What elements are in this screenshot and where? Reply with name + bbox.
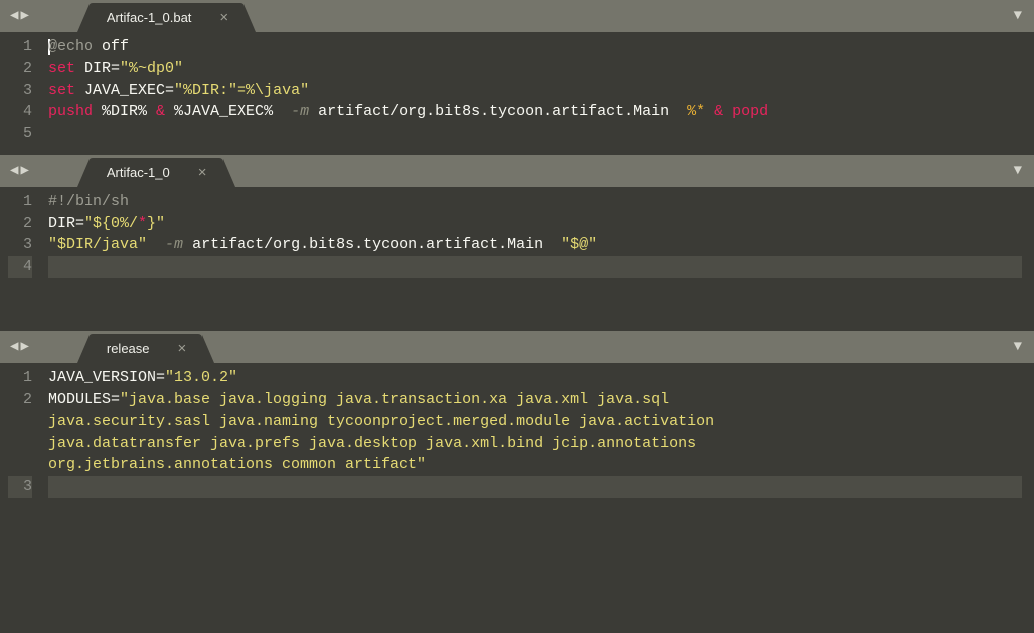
nav-arrows: ◀ ▶ — [0, 9, 39, 23]
tab-bar: ◀ ▶ release × ▼ — [0, 331, 1034, 363]
code-line: set DIR="%~dp0" — [48, 58, 1022, 80]
line-number: 3 — [8, 476, 32, 498]
line-gutter: 1 2 3 4 — [0, 187, 44, 326]
line-gutter: 1 2 3 — [0, 363, 44, 502]
code-editor[interactable]: 1 2 3 JAVA_VERSION="13.0.2" MODULES="jav… — [0, 363, 1034, 508]
code-line: set JAVA_EXEC="%DIR:"=%\java" — [48, 80, 1022, 102]
line-number: 2 — [8, 389, 32, 411]
code-line: java.datatransfer java.prefs java.deskto… — [48, 433, 1022, 455]
close-icon[interactable]: × — [219, 9, 228, 26]
line-number: 2 — [8, 213, 32, 235]
nav-forward-icon[interactable]: ▶ — [20, 9, 28, 23]
nav-forward-icon[interactable]: ▶ — [20, 164, 28, 178]
tab-bar: ◀ ▶ Artifac-1_0 × ▼ — [0, 155, 1034, 187]
tab-title: Artifac-1_0.bat — [107, 10, 192, 25]
code-line: pushd %DIR% & %JAVA_EXEC% -m artifact/or… — [48, 101, 1022, 123]
line-number: 1 — [8, 367, 32, 389]
line-number — [8, 454, 32, 476]
nav-back-icon[interactable]: ◀ — [10, 9, 18, 23]
line-number: 1 — [8, 36, 32, 58]
code-line: org.jetbrains.annotations common artifac… — [48, 454, 1022, 476]
nav-forward-icon[interactable]: ▶ — [20, 340, 28, 354]
code-area[interactable]: JAVA_VERSION="13.0.2" MODULES="java.base… — [44, 363, 1034, 502]
tab-bar: ◀ ▶ Artifac-1_0.bat × ▼ — [0, 0, 1034, 32]
line-gutter: 1 2 3 4 5 — [0, 32, 44, 149]
nav-arrows: ◀ ▶ — [0, 164, 39, 178]
dropdown-icon[interactable]: ▼ — [1014, 339, 1022, 355]
tab-title: Artifac-1_0 — [107, 165, 170, 180]
code-area[interactable]: @echo off set DIR="%~dp0" set JAVA_EXEC=… — [44, 32, 1034, 149]
code-line: MODULES="java.base java.logging java.tra… — [48, 389, 1022, 411]
line-number: 1 — [8, 191, 32, 213]
nav-back-icon[interactable]: ◀ — [10, 340, 18, 354]
code-line — [48, 278, 1022, 300]
line-number: 4 — [8, 101, 32, 123]
code-line — [48, 256, 1022, 278]
editor-pane: ◀ ▶ Artifac-1_0 × ▼ 1 2 3 4 #!/bin/sh DI… — [0, 155, 1034, 332]
editor-pane: ◀ ▶ release × ▼ 1 2 3 JAVA_VERSION="13.0… — [0, 331, 1034, 508]
close-icon[interactable]: × — [198, 164, 207, 181]
code-line — [48, 300, 1022, 322]
editor-pane: ◀ ▶ Artifac-1_0.bat × ▼ 1 2 3 4 5 @echo … — [0, 0, 1034, 155]
code-line — [48, 123, 1022, 145]
code-line — [48, 476, 1022, 498]
nav-arrows: ◀ ▶ — [0, 340, 39, 354]
line-number: 3 — [8, 234, 32, 256]
line-number: 3 — [8, 80, 32, 102]
dropdown-icon[interactable]: ▼ — [1014, 8, 1022, 24]
nav-back-icon[interactable]: ◀ — [10, 164, 18, 178]
code-editor[interactable]: 1 2 3 4 5 @echo off set DIR="%~dp0" set … — [0, 32, 1034, 155]
tab-title: release — [107, 341, 150, 356]
code-line: java.security.sasl java.naming tycoonpro… — [48, 411, 1022, 433]
code-editor[interactable]: 1 2 3 4 #!/bin/sh DIR="${0%/*}" "$DIR/ja… — [0, 187, 1034, 332]
dropdown-icon[interactable]: ▼ — [1014, 163, 1022, 179]
line-number: 5 — [8, 123, 32, 145]
code-line: #!/bin/sh — [48, 191, 1022, 213]
line-number — [8, 433, 32, 455]
line-number — [8, 411, 32, 433]
code-line: @echo off — [48, 36, 1022, 58]
file-tab[interactable]: release × — [89, 334, 202, 363]
file-tab[interactable]: Artifac-1_0 × — [89, 158, 223, 187]
code-line: DIR="${0%/*}" — [48, 213, 1022, 235]
code-line: JAVA_VERSION="13.0.2" — [48, 367, 1022, 389]
close-icon[interactable]: × — [178, 340, 187, 357]
line-number: 2 — [8, 58, 32, 80]
code-area[interactable]: #!/bin/sh DIR="${0%/*}" "$DIR/java" -m a… — [44, 187, 1034, 326]
code-line: "$DIR/java" -m artifact/org.bit8s.tycoon… — [48, 234, 1022, 256]
file-tab[interactable]: Artifac-1_0.bat × — [89, 3, 244, 32]
line-number: 4 — [8, 256, 32, 278]
